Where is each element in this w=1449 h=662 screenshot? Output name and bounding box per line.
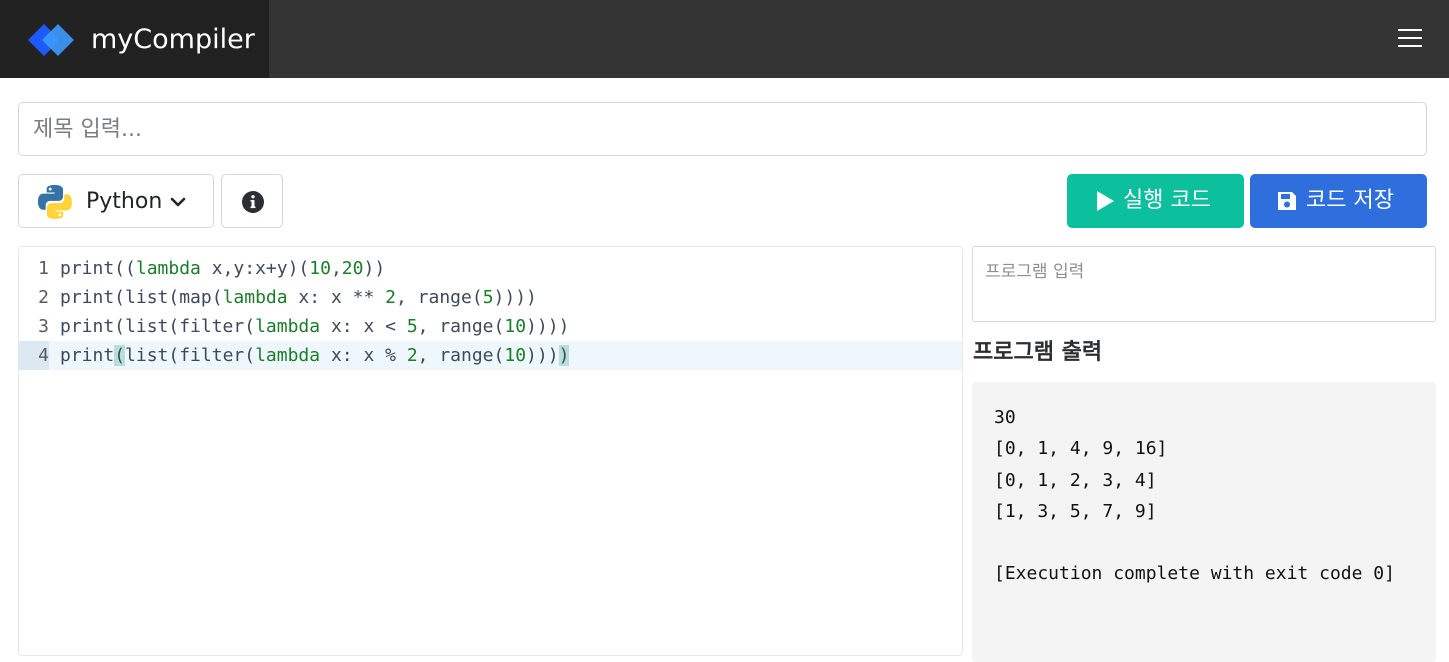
code-text: print(list(filter(lambda x: x % 2, range… [60,345,570,366]
output-line: [0, 1, 2, 3, 4] [994,469,1157,491]
output-panel: 30 [0, 1, 4, 9, 16] [0, 1, 2, 3, 4] [1, … [972,382,1436,662]
save-button-label: 코드 저장 [1306,188,1394,213]
output-line: [0, 1, 4, 9, 16] [994,438,1168,460]
code-line-active[interactable]: 4 print(list(filter(lambda x: x % 2, ran… [19,341,962,370]
code-text: print(list(map(lambda x: x ** 2, range(5… [60,287,537,308]
code-line[interactable]: 1 print((lambda x,y:x+y)(10,20)) [19,254,962,283]
run-button[interactable]: 실행 코드 [1067,174,1244,228]
code-text: print((lambda x,y:x+y)(10,20)) [60,258,386,279]
brand-name: myCompiler [91,24,255,55]
output-line: [1, 3, 5, 7, 9] [994,500,1157,522]
python-logo-icon [38,185,72,219]
diamond-logo-icon [28,24,74,56]
line-number: 1 [38,258,49,279]
save-button[interactable]: 코드 저장 [1250,174,1427,228]
code-text: print(list(filter(lambda x: x < 5, range… [60,316,570,337]
language-label: Python [86,189,163,214]
title-input[interactable] [18,102,1427,156]
run-button-label: 실행 코드 [1123,188,1211,213]
play-icon [1097,191,1114,211]
line-number: 3 [38,316,49,337]
brand-link[interactable]: myCompiler [0,0,269,78]
hamburger-menu-icon[interactable] [1395,26,1425,50]
output-line: 30 [994,407,1016,428]
floppy-disk-icon [1278,192,1296,210]
code-editor[interactable]: 1 print((lambda x,y:x+y)(10,20)) 2 print… [18,246,963,656]
info-button[interactable] [221,174,283,228]
line-number: 2 [38,287,49,308]
program-input[interactable] [972,246,1436,322]
output-line: [Execution complete with exit code 0] [994,563,1395,585]
line-number: 4 [19,341,49,370]
language-select[interactable]: Python [18,174,214,228]
info-circle-icon [242,191,264,213]
output-heading: 프로그램 출력 [973,340,1103,365]
code-line[interactable]: 2 print(list(map(lambda x: x ** 2, range… [19,283,962,312]
chevron-down-icon [170,197,186,207]
navbar: myCompiler [0,0,1449,78]
code-line[interactable]: 3 print(list(filter(lambda x: x < 5, ran… [19,312,962,341]
